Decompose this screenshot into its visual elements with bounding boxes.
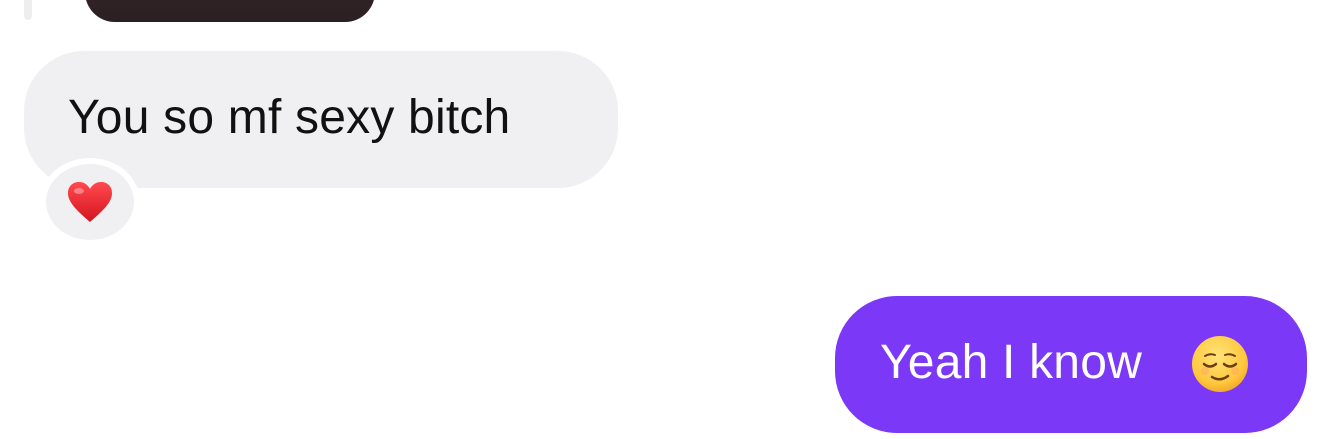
media-message-preview[interactable] — [85, 0, 375, 22]
sent-message-bubble[interactable]: Yeah I know — [835, 296, 1307, 433]
sent-message-text: Yeah I know — [880, 336, 1142, 389]
red-heart-icon — [68, 182, 112, 222]
relieved-face-icon — [1192, 336, 1248, 392]
thread-edge — [24, 0, 32, 20]
message-reaction[interactable] — [40, 158, 140, 246]
received-message-text: You so mf sexy bitch — [68, 91, 511, 144]
